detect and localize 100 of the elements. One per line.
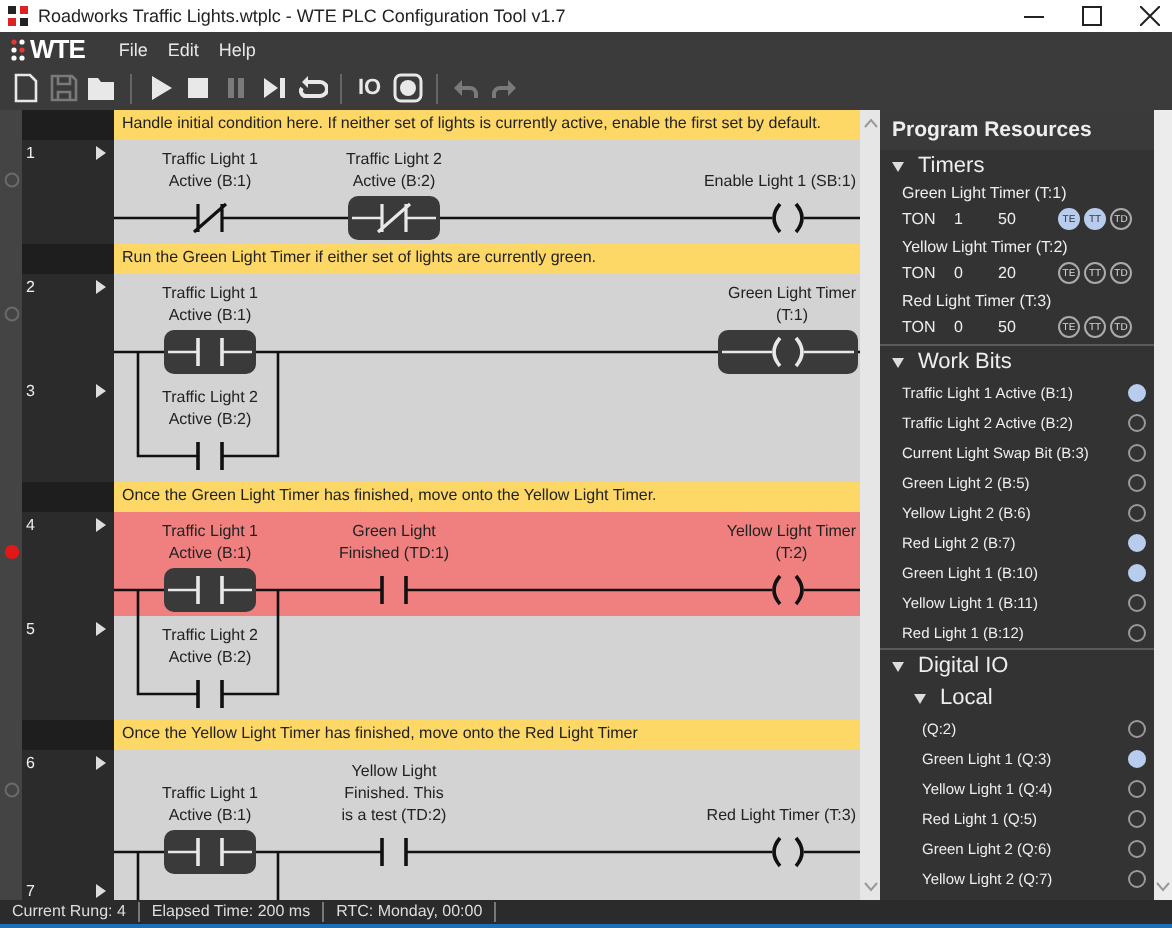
- rung-number: 6: [26, 754, 35, 772]
- section-header[interactable]: Work Bits: [880, 346, 1012, 378]
- bit-indicator[interactable]: [1128, 414, 1146, 432]
- contact-label: Green Light Finished (TD:1): [336, 520, 452, 564]
- output-coil[interactable]: [718, 330, 858, 374]
- normally-closed-contact[interactable]: [348, 196, 440, 240]
- timer-accumulated: 0: [954, 318, 965, 336]
- rung-number: 4: [26, 516, 35, 534]
- new-file-icon[interactable]: [10, 72, 42, 104]
- rung-number: 2: [26, 278, 35, 296]
- expand-arrow-icon: [892, 357, 904, 367]
- timer-name: Yellow Light Timer (T:2): [902, 236, 1070, 258]
- expand-arrow-icon[interactable]: [96, 884, 106, 898]
- timer-preset: 50: [998, 210, 1018, 228]
- app-icon: [8, 6, 28, 26]
- bit-indicator[interactable]: [1128, 504, 1146, 522]
- rung-number: 5: [26, 620, 35, 638]
- menu-item[interactable]: Edit: [157, 39, 209, 59]
- expand-arrow-icon[interactable]: [96, 280, 106, 294]
- contact-label: Traffic Light 1 Active (B:1): [159, 282, 261, 326]
- timer-accumulated: 0: [954, 264, 965, 282]
- rung-number: 1: [26, 144, 35, 162]
- expand-arrow-icon: [892, 661, 904, 671]
- comment-row-header: [0, 244, 114, 274]
- rung-comment: Handle initial condition here. If neither set of lights is currently active, enable the first set by default.: [114, 110, 860, 140]
- timer-type: TON: [902, 318, 938, 336]
- coil-label: Red Light Timer (T:3): [706, 804, 856, 826]
- status-text: Elapsed Time: 200 ms: [147, 902, 325, 922]
- rung-row[interactable]: [114, 140, 860, 244]
- branch-wire: [136, 350, 280, 458]
- io-indicator[interactable]: [1128, 810, 1146, 828]
- comment-row-header: [0, 482, 114, 512]
- io-indicator[interactable]: [1128, 870, 1146, 888]
- bit-indicator[interactable]: [1128, 624, 1146, 642]
- stop-icon[interactable]: [182, 72, 214, 104]
- io-indicator[interactable]: [1128, 750, 1146, 768]
- contact-label: Traffic Light 2 Active (B:2): [343, 148, 445, 192]
- rung-comment: Once the Green Light Timer has finished, move onto the Yellow Light Timer.: [114, 482, 860, 512]
- bit-indicator[interactable]: [1128, 534, 1146, 552]
- panel-title: Program Resources: [880, 110, 1154, 150]
- io-indicator[interactable]: [1128, 840, 1146, 858]
- record-icon[interactable]: [391, 72, 424, 104]
- contact-label: Traffic Light 1 Active (B:1): [159, 148, 261, 192]
- timer-name: Red Light Timer (T:3): [902, 290, 1054, 312]
- timer-type: TON: [902, 210, 938, 228]
- logo-dots-icon: [10, 37, 28, 61]
- comment-row-header: [0, 720, 114, 750]
- timer-type: TON: [902, 264, 938, 282]
- step-icon[interactable]: [258, 72, 290, 104]
- expand-arrow-icon[interactable]: [96, 756, 106, 770]
- contact-label: Traffic Light 1 Active (B:1): [159, 782, 261, 826]
- rung-row[interactable]: [114, 750, 860, 878]
- expand-arrow-icon[interactable]: [96, 622, 106, 636]
- timer-name: Green Light Timer (T:1): [902, 182, 1069, 204]
- contact-label: Traffic Light 1 Active (B:1): [159, 520, 261, 564]
- branch-wire: [136, 588, 280, 696]
- section-header[interactable]: Timers: [880, 150, 985, 182]
- coil-label: Green Light Timer (T:1): [727, 282, 856, 326]
- panel-scrollbar[interactable]: [1154, 110, 1172, 900]
- close-icon[interactable]: [1140, 6, 1160, 26]
- bit-indicator[interactable]: [1128, 594, 1146, 612]
- comment-row-header: [0, 110, 114, 140]
- rung-comment: Once the Yellow Light Timer has finished, move onto the Red Light Timer: [114, 720, 860, 750]
- io-button[interactable]: IO: [354, 76, 386, 100]
- rung-row[interactable]: [114, 512, 860, 616]
- coil-label: Enable Light 1 (SB:1): [703, 170, 856, 192]
- contact-label: Yellow Light Finished. This is a test (TD:2): [339, 760, 449, 826]
- rung-comment: Run the Green Light Timer if either set of lights are currently green.: [114, 244, 860, 274]
- timer-accumulated: 1: [954, 210, 965, 228]
- status-text: Current Rung: 4: [8, 902, 140, 922]
- menu-item[interactable]: Help: [208, 39, 266, 59]
- breakpoint-dot-icon[interactable]: [3, 544, 19, 560]
- bit-indicator[interactable]: [1128, 564, 1146, 582]
- status-text: RTC: Monday, 00:00: [332, 902, 497, 922]
- maximize-icon[interactable]: [1082, 6, 1102, 26]
- bit-indicator[interactable]: [1128, 384, 1146, 402]
- normally-open-contact[interactable]: [164, 330, 256, 374]
- app-logo: WTE: [30, 34, 85, 64]
- loop-icon[interactable]: [296, 72, 328, 104]
- coil-label: Yellow Light Timer (T:2): [726, 520, 856, 564]
- io-indicator[interactable]: [1128, 720, 1146, 738]
- expand-arrow-icon[interactable]: [96, 384, 106, 398]
- contact-label: Traffic Light 2 Active (B:2): [159, 386, 261, 430]
- tree-node[interactable]: Local: [880, 682, 993, 714]
- rung-number: 3: [26, 382, 35, 400]
- expand-arrow-icon: [914, 693, 926, 703]
- expand-arrow-icon[interactable]: [96, 146, 106, 160]
- io-indicator[interactable]: [1128, 780, 1146, 798]
- expand-arrow-icon[interactable]: [96, 518, 106, 532]
- menu-item[interactable]: File: [108, 39, 158, 59]
- normally-open-contact[interactable]: [164, 568, 256, 612]
- bit-indicator[interactable]: [1128, 474, 1146, 492]
- timer-preset: 50: [998, 318, 1018, 336]
- normally-open-contact[interactable]: [164, 830, 256, 874]
- folder-icon[interactable]: [86, 72, 118, 104]
- section-header[interactable]: Digital IO: [880, 650, 1009, 682]
- bit-indicator[interactable]: [1128, 444, 1146, 462]
- rung-number: 7: [26, 882, 35, 900]
- window-title: Roadworks Traffic Lights.wtplc - WTE PLC Configuration Tool v1.7: [38, 6, 566, 26]
- expand-arrow-icon: [892, 161, 904, 171]
